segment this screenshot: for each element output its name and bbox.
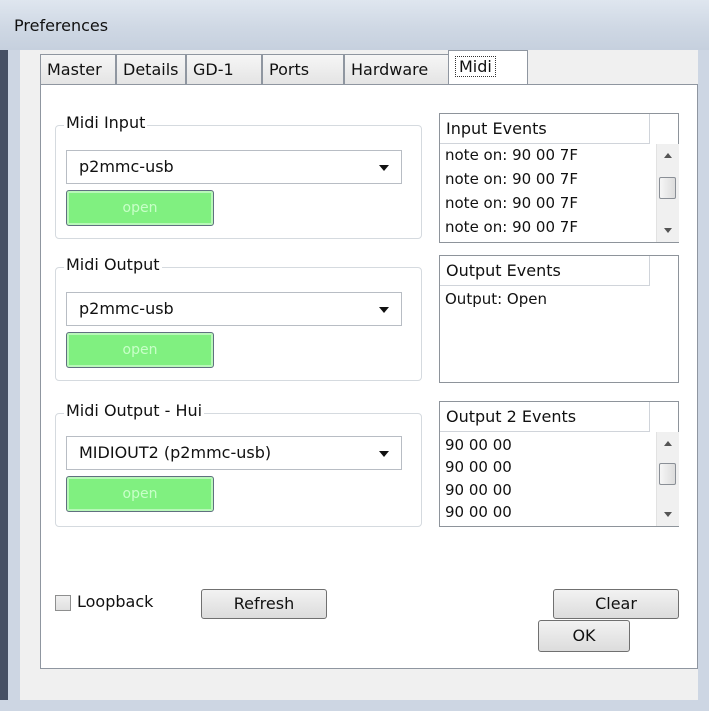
midi-input-group: Midi Input p2mmc-usb open <box>55 113 422 239</box>
output2-events-row: 90 00 00 <box>445 458 512 476</box>
scroll-up-icon[interactable] <box>664 153 672 158</box>
tab-details[interactable]: Details <box>116 54 186 84</box>
input-events-row: note on: 90 00 7F <box>445 170 578 188</box>
midi-output-group: Midi Output p2mmc-usb open <box>55 255 422 381</box>
input-events-row: note on: 90 00 7F <box>445 194 578 212</box>
dialog-client-area: Master Details GD-1 Ports Hardware Midi … <box>20 50 698 700</box>
tab-ports[interactable]: Ports <box>262 54 344 84</box>
midi-output-hui-title: Midi Output - Hui <box>64 401 205 420</box>
tab-details-label: Details <box>123 60 179 79</box>
output2-events-header: Output 2 Events <box>440 402 650 432</box>
input-events-scrollbar[interactable] <box>656 144 679 242</box>
output-events-list[interactable]: Output Events Output: Open <box>439 255 679 383</box>
tab-gd1-label: GD-1 <box>193 60 234 79</box>
scrollbar-thumb[interactable] <box>659 177 676 199</box>
midi-output-selected: p2mmc-usb <box>79 299 174 318</box>
midi-output-hui-selected: MIDIOUT2 (p2mmc-usb) <box>79 443 272 462</box>
tab-master-label: Master <box>47 60 102 79</box>
midi-input-select[interactable]: p2mmc-usb <box>66 150 402 184</box>
midi-input-open-button[interactable]: open <box>66 190 214 226</box>
output-events-header: Output Events <box>440 256 650 286</box>
midi-output-hui-select[interactable]: MIDIOUT2 (p2mmc-usb) <box>66 436 402 470</box>
tab-master[interactable]: Master <box>40 54 116 84</box>
scroll-up-icon[interactable] <box>664 441 672 446</box>
dropdown-arrow-icon <box>379 165 389 171</box>
refresh-button[interactable]: Refresh <box>201 589 327 619</box>
input-events-list[interactable]: Input Events note on: 90 00 7F note on: … <box>439 113 679 243</box>
ok-button[interactable]: OK <box>538 620 630 652</box>
tab-midi[interactable]: Midi <box>448 50 528 84</box>
output2-events-list[interactable]: Output 2 Events 90 00 00 90 00 00 90 00 … <box>439 401 679 527</box>
midi-tab-page: Midi Input p2mmc-usb open Midi Output p2… <box>40 84 698 669</box>
title-bar[interactable]: Preferences <box>0 0 709 50</box>
scrollbar-thumb[interactable] <box>659 463 676 485</box>
tab-ports-label: Ports <box>269 60 310 79</box>
tab-gd1[interactable]: GD-1 <box>186 54 262 84</box>
tab-hardware-label: Hardware <box>351 60 429 79</box>
preferences-window: Preferences Master Details GD-1 Ports Ha… <box>0 0 709 711</box>
clear-button[interactable]: Clear <box>553 589 679 619</box>
dropdown-arrow-icon <box>379 451 389 457</box>
midi-output-hui-open-button[interactable]: open <box>66 476 214 512</box>
window-left-border <box>0 50 8 711</box>
window-title: Preferences <box>14 16 109 35</box>
output2-events-row: 90 00 00 <box>445 436 512 454</box>
input-events-row: note on: 90 00 7F <box>445 218 578 236</box>
dropdown-arrow-icon <box>379 307 389 313</box>
input-events-header: Input Events <box>440 114 650 144</box>
midi-input-title: Midi Input <box>64 113 148 132</box>
midi-output-title: Midi Output <box>64 255 162 274</box>
window-bottom-frame <box>0 700 709 711</box>
loopback-checkbox[interactable] <box>55 595 71 611</box>
output2-events-row: 90 00 00 <box>445 481 512 499</box>
window-left-frame <box>8 50 20 711</box>
input-events-row: note on: 90 00 7F <box>445 146 578 164</box>
scroll-down-icon[interactable] <box>664 512 672 517</box>
output2-events-scrollbar[interactable] <box>656 432 679 526</box>
tab-hardware[interactable]: Hardware <box>344 54 450 84</box>
output-events-row: Output: Open <box>445 290 547 308</box>
window-right-frame <box>698 50 709 711</box>
loopback-label: Loopback <box>77 592 154 611</box>
output2-events-row: 90 00 00 <box>445 503 512 521</box>
scroll-down-icon[interactable] <box>664 228 672 233</box>
midi-output-hui-group: Midi Output - Hui MIDIOUT2 (p2mmc-usb) o… <box>55 401 422 527</box>
midi-output-select[interactable]: p2mmc-usb <box>66 292 402 326</box>
midi-input-selected: p2mmc-usb <box>79 157 174 176</box>
tab-midi-label: Midi <box>455 56 496 77</box>
midi-output-open-button[interactable]: open <box>66 332 214 368</box>
